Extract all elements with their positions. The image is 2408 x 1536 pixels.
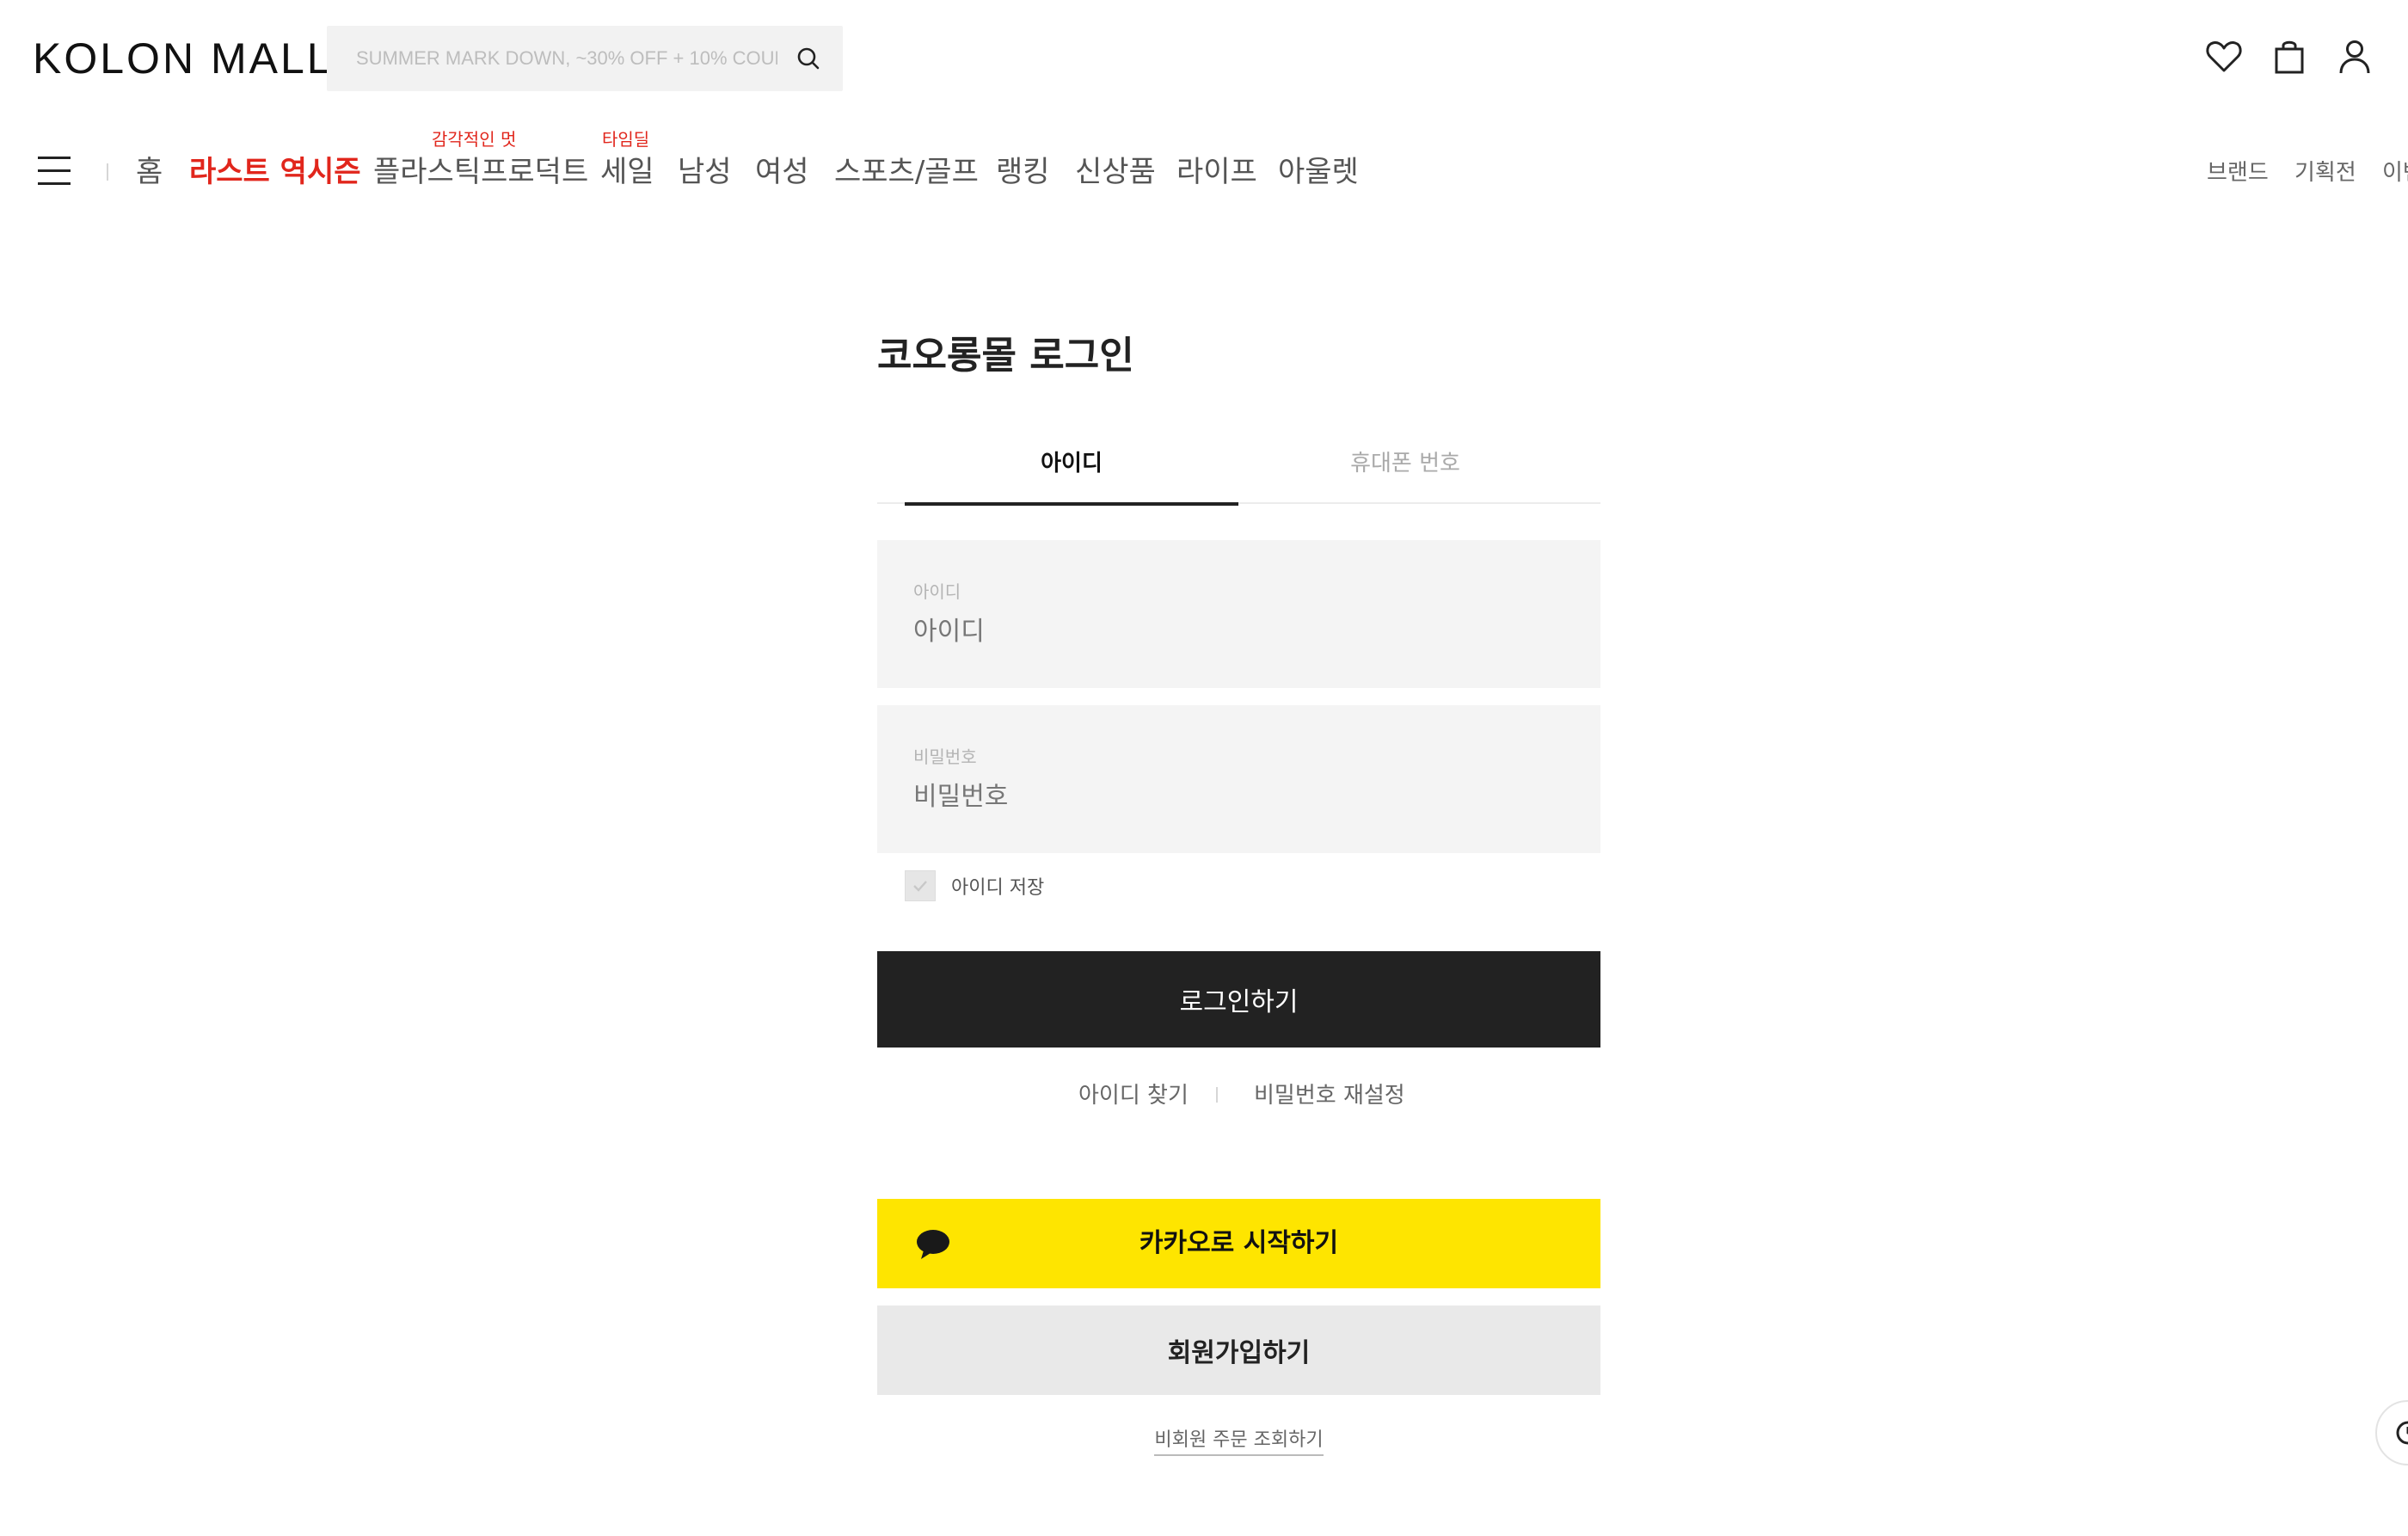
nav-item-women[interactable]: 여성 [755, 153, 809, 191]
id-field-label: 아이디 [913, 581, 961, 602]
nav-item-home[interactable]: 홈 [136, 153, 163, 191]
heart-icon [2206, 41, 2242, 72]
check-icon [913, 881, 927, 892]
sign-up-button[interactable]: 회원가입하기 [877, 1306, 1600, 1395]
id-field[interactable]: 아이디 [877, 540, 1600, 688]
remember-id-checkbox[interactable]: 아이디 저장 [905, 869, 1044, 903]
menu-icon-line [38, 182, 71, 185]
wishlist-button[interactable] [2203, 36, 2245, 77]
nav-item-plastic-product[interactable]: 플라스틱프로덕트 [373, 153, 588, 191]
nav-divider [107, 163, 108, 181]
kakao-login-label: 카카오로 시작하기 [1139, 1228, 1339, 1258]
id-input[interactable] [913, 607, 1567, 655]
my-page-button[interactable] [2334, 36, 2375, 77]
menu-icon-line [38, 157, 71, 159]
tab-id[interactable]: 아이디 [905, 435, 1238, 506]
nav-tag-plastic: 감각적인 멋 [432, 129, 517, 150]
checkbox-box[interactable] [905, 870, 936, 901]
nav-item-new-arrivals[interactable]: 신상품 [1075, 153, 1156, 191]
nav-item-last-season[interactable]: 라스트 역시즌 [189, 153, 361, 191]
find-id-link[interactable]: 아이디 찾기 [1078, 1078, 1189, 1113]
link-divider [1216, 1087, 1218, 1103]
remember-id-label: 아이디 저장 [951, 877, 1045, 899]
nav-item-sports-golf[interactable]: 스포츠/골프 [834, 153, 979, 191]
nav-item-ranking[interactable]: 랭킹 [996, 153, 1050, 191]
search-input[interactable] [356, 26, 777, 91]
search-bar [327, 26, 843, 91]
kolon-mall-logo[interactable]: KOLON MALL [33, 33, 334, 84]
nav-tag-sale: 타임딜 [602, 129, 650, 150]
nav-item-outlet[interactable]: 아울렛 [1278, 153, 1359, 191]
password-field-label: 비밀번호 [913, 746, 977, 767]
recent-items-button[interactable] [2375, 1400, 2408, 1465]
password-field[interactable]: 비밀번호 [877, 705, 1600, 853]
clock-icon [2396, 1421, 2408, 1445]
login-button[interactable]: 로그인하기 [877, 951, 1600, 1048]
nav-link-event[interactable]: 이벤트 [2382, 158, 2408, 187]
search-icon [797, 47, 820, 70]
nav-link-brand[interactable]: 브랜드 [2207, 158, 2269, 187]
page-title: 코오롱몰 로그인 [877, 334, 1134, 378]
guest-order-lookup: 비회원 주문 조회하기 [877, 1424, 1600, 1456]
kakao-login-button[interactable]: 카카오로 시작하기 [877, 1199, 1600, 1288]
user-icon [2339, 40, 2370, 74]
search-button[interactable] [793, 43, 824, 74]
account-help-links: 아이디 찾기 비밀번호 재설정 [877, 1078, 1600, 1113]
login-tabs: 아이디 휴대폰 번호 [877, 435, 1600, 506]
cart-button[interactable] [2269, 36, 2310, 77]
guest-order-lookup-link[interactable]: 비회원 주문 조회하기 [1154, 1429, 1324, 1456]
password-input[interactable] [913, 772, 1567, 820]
tab-phone[interactable]: 휴대폰 번호 [1238, 435, 1572, 504]
menu-icon-line [38, 169, 71, 172]
shopping-bag-icon [2275, 40, 2304, 74]
reset-password-link[interactable]: 비밀번호 재설정 [1254, 1078, 1405, 1113]
login-page: KOLON MALL 홈 라스트 역시즌 감각적인 [0, 0, 2408, 1536]
nav-link-exhibition[interactable]: 기획전 [2294, 158, 2356, 187]
menu-button[interactable] [38, 155, 72, 189]
nav-item-men[interactable]: 남성 [678, 153, 732, 191]
nav-item-sale[interactable]: 세일 [600, 153, 654, 191]
nav-item-life[interactable]: 라이프 [1176, 153, 1257, 191]
